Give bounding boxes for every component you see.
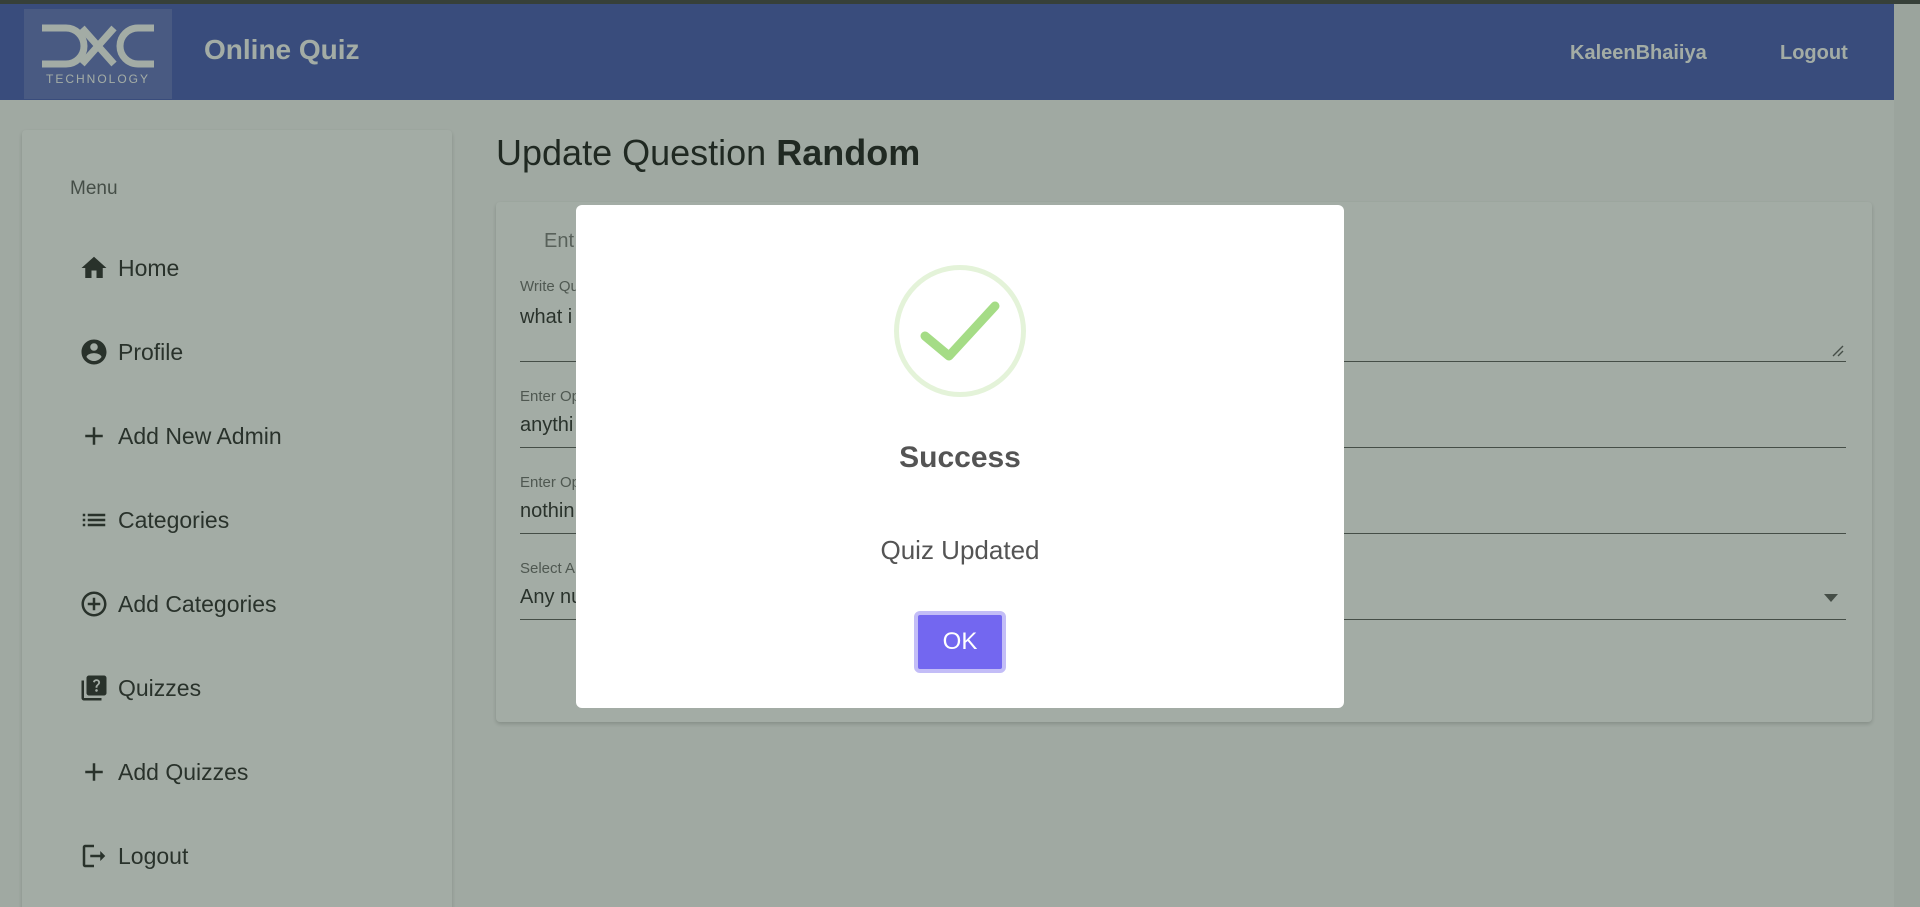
success-check-icon: [894, 265, 1026, 397]
dialog-title: Success: [899, 441, 1021, 474]
success-dialog: Success Quiz Updated OK: [576, 205, 1344, 708]
ok-button[interactable]: OK: [914, 611, 1006, 673]
dialog-message: Quiz Updated: [880, 535, 1040, 565]
